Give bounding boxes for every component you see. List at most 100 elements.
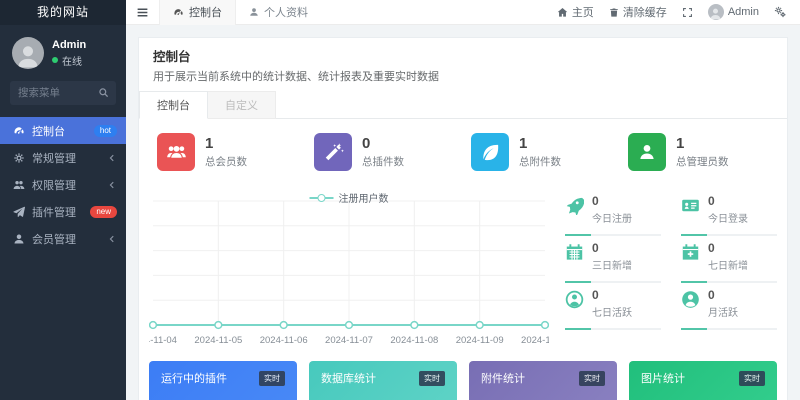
user-icon [628, 133, 666, 171]
stat-total-members: 1 总会员数 [149, 133, 306, 171]
user-panel: Admin 在线 [0, 25, 126, 79]
navbar-tab-profile[interactable]: 个人资料 [236, 0, 321, 25]
calendar-plus-icon [681, 243, 700, 262]
stat-value: 1 [676, 135, 729, 152]
stat-value: 0 [362, 135, 404, 152]
realtime-badge: 实时 [579, 371, 605, 386]
home-link[interactable]: 主页 [557, 4, 594, 20]
navbar-tab-dashboard[interactable]: 控制台 [159, 0, 236, 25]
realtime-badge: 实时 [739, 371, 765, 386]
search-icon[interactable] [98, 87, 109, 98]
mini-underline [681, 281, 777, 283]
card-database-stats: 数据库统计 实时 27 565KB [309, 361, 457, 400]
panel-tabbar: 控制台 自定义 [139, 91, 787, 119]
svg-text:2024-11-09: 2024-11-09 [456, 335, 504, 346]
tab-custom[interactable]: 自定义 [208, 91, 276, 119]
clear-cache-link[interactable]: 清除缓存 [609, 4, 667, 20]
svg-text:2024-11-08: 2024-11-08 [390, 335, 438, 346]
mini-value: 0 [592, 288, 632, 302]
user-icon [13, 233, 25, 245]
mini-stat-today-register: 0 今日注册 [565, 189, 661, 236]
legend-label: 注册用户数 [339, 190, 389, 205]
fullscreen-button[interactable] [682, 7, 693, 18]
sidebar-item-dashboard[interactable]: 控制台 hot [0, 117, 126, 144]
mini-underline [565, 281, 661, 283]
legend-marker-icon [310, 193, 334, 202]
svg-text:2024-11-07: 2024-11-07 [325, 335, 373, 346]
user-status: 在线 [62, 53, 82, 68]
svg-text:2024-11-04: 2024-11-04 [149, 335, 177, 346]
mini-stat-today-login: 0 今日登录 [681, 189, 777, 236]
card-running-plugins: 运行中的插件 实时 0 [149, 361, 297, 400]
mini-value: 0 [708, 288, 738, 302]
mini-value: 0 [708, 241, 748, 255]
mini-underline [681, 328, 777, 330]
card-title: 附件统计 [481, 370, 525, 386]
mini-label: 今日登录 [708, 210, 748, 225]
site-logo: 我的网站 [0, 0, 126, 25]
card-image-stats: 图片统计 实时 1 21KB [629, 361, 777, 400]
stat-total-plugins: 0 总插件数 [306, 133, 463, 171]
trash-icon [609, 7, 619, 18]
user-circle-filled-icon [681, 290, 700, 309]
chart-canvas: 2024-11-04 2024-11-05 2024-11-06 2024-11-07… [149, 185, 549, 353]
gauge-icon [173, 7, 184, 18]
stat-label: 总插件数 [362, 154, 404, 169]
sidebar-item-general[interactable]: 常规管理 [0, 144, 126, 171]
bottom-cards-row: 运行中的插件 实时 0 数据库统计 实时 27 565KB [149, 361, 777, 400]
mini-value: 0 [708, 194, 748, 208]
sidebar-item-label: 会员管理 [32, 231, 76, 247]
mini-stat-3day-new: 0 三日新增 [565, 236, 661, 283]
stats-row: 1 总会员数 0 总插件数 [149, 133, 777, 171]
mini-label: 今日注册 [592, 210, 632, 225]
mini-underline [565, 328, 661, 330]
users-group-icon [157, 133, 195, 171]
svg-text:2024-11-05: 2024-11-05 [194, 335, 242, 346]
rocket-icon [565, 196, 584, 215]
sidebar-item-label: 权限管理 [32, 177, 76, 193]
chevron-left-icon [107, 153, 117, 163]
top-navbar: 控制台 个人资料 主页 清除缓存 Admi [126, 0, 800, 25]
user-icon [249, 7, 259, 17]
realtime-badge: 实时 [419, 371, 445, 386]
mini-underline [565, 234, 661, 236]
settings-button[interactable] [774, 6, 786, 18]
stat-total-attachments: 1 总附件数 [463, 133, 620, 171]
avatar[interactable] [12, 37, 44, 69]
mini-value: 0 [592, 194, 632, 208]
navbar-tab-label: 个人资料 [264, 4, 308, 20]
mini-label: 月活跃 [708, 304, 738, 319]
user-menu-label: Admin [728, 6, 759, 18]
leaf-icon [471, 133, 509, 171]
gauge-icon [13, 125, 25, 137]
sidebar-item-members[interactable]: 会员管理 [0, 225, 126, 252]
avatar [708, 4, 724, 20]
stat-label: 总附件数 [519, 154, 561, 169]
main-content: 控制台 用于展示当前系统中的统计数据、统计报表及重要实时数据 控制台 自定义 1… [126, 25, 800, 400]
user-circle-outline-icon [565, 290, 584, 309]
mini-stat-7day-new: 0 七日新增 [681, 236, 777, 283]
mini-stats: 0 今日注册 0 今日登录 [565, 185, 777, 353]
hamburger-icon[interactable] [126, 6, 159, 19]
chart-legend[interactable]: 注册用户数 [310, 190, 389, 205]
mini-label: 三日新增 [592, 257, 632, 272]
stat-value: 1 [519, 135, 561, 152]
chevron-left-icon [107, 234, 117, 244]
sidebar-item-permissions[interactable]: 权限管理 [0, 171, 126, 198]
line-chart: 注册用户数 2024-11-042024-11-052024-11-062024… [149, 185, 549, 353]
magic-wand-icon [314, 133, 352, 171]
mini-underline [681, 234, 777, 236]
realtime-badge: 实时 [259, 371, 285, 386]
user-menu[interactable]: Admin [708, 4, 759, 20]
sidebar-item-plugins[interactable]: 插件管理 new [0, 198, 126, 225]
mini-stat-month-active: 0 月活跃 [681, 283, 777, 330]
home-icon [557, 7, 568, 18]
user-name: Admin [52, 38, 86, 52]
mini-value: 0 [592, 241, 632, 255]
online-status-dot [52, 57, 58, 63]
svg-text:2024-11-06: 2024-11-06 [260, 335, 308, 346]
stat-label: 总管理员数 [676, 154, 729, 169]
card-attachment-stats: 附件统计 实时 1 21KB [469, 361, 617, 400]
card-title: 数据库统计 [321, 370, 376, 386]
tab-dashboard[interactable]: 控制台 [139, 91, 208, 119]
